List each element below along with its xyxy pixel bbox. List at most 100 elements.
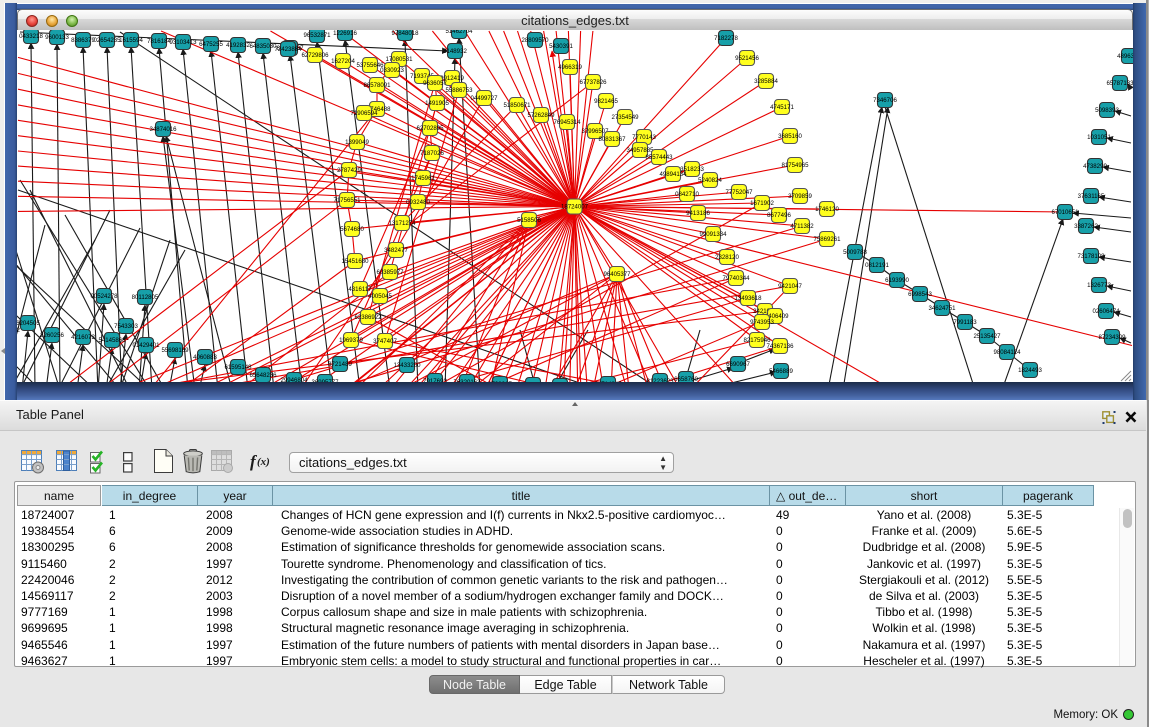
svg-text:76945314: 76945314 [553, 119, 581, 126]
svg-text:15451680: 15451680 [341, 258, 369, 265]
svg-text:3685160: 3685160 [778, 133, 802, 140]
svg-text:4745171: 4745171 [770, 104, 794, 111]
svg-text:01429401: 01429401 [132, 342, 160, 349]
svg-text:1969379: 1969379 [339, 337, 363, 344]
svg-text:55698169: 55698169 [161, 347, 189, 354]
svg-text:60385977: 60385977 [376, 269, 404, 276]
svg-text:6998543: 6998543 [908, 291, 932, 298]
svg-text:28809570: 28809570 [521, 37, 549, 44]
svg-text:57262849: 57262849 [527, 112, 555, 119]
svg-text:62386922: 62386922 [354, 314, 382, 321]
svg-text:7543303: 7543303 [114, 323, 138, 330]
svg-text:36995777: 36995777 [311, 379, 339, 382]
svg-text:9743953: 9743953 [750, 319, 774, 326]
svg-text:3387262: 3387262 [1074, 223, 1098, 230]
svg-text:54145868: 54145868 [98, 337, 126, 344]
svg-text:2260256: 2260256 [40, 332, 64, 339]
svg-text:4738299: 4738299 [1083, 163, 1107, 170]
svg-text:7346706: 7346706 [873, 97, 897, 104]
svg-text:81223623: 81223623 [646, 378, 674, 382]
svg-text:80112805: 80112805 [132, 294, 159, 301]
svg-text:9821465: 9821465 [594, 98, 618, 105]
svg-text:55886753: 55886753 [445, 87, 473, 94]
svg-text:1226916: 1226916 [333, 30, 357, 37]
svg-text:73178108: 73178108 [1077, 253, 1105, 260]
svg-text:34874016: 34874016 [149, 126, 177, 133]
svg-text:5240824: 5240824 [698, 177, 722, 184]
svg-text:34624751: 34624751 [928, 305, 956, 312]
svg-text:51462704: 51462704 [445, 30, 473, 35]
svg-text:02654235: 02654235 [93, 37, 121, 44]
svg-text:1671902: 1671902 [750, 200, 774, 207]
svg-text:61595148: 61595148 [224, 364, 252, 371]
svg-text:77752047: 77752047 [725, 189, 753, 196]
svg-text:9521456: 9521456 [735, 55, 759, 62]
svg-text:71756551: 71756551 [333, 197, 361, 204]
svg-text:34957885: 34957885 [626, 147, 654, 154]
svg-text:99091334: 99091334 [699, 231, 727, 238]
svg-text:4896383: 4896383 [1117, 53, 1133, 60]
svg-text:9600133: 9600133 [45, 34, 69, 41]
svg-text:02606474: 02606474 [1092, 308, 1120, 315]
svg-text:65648236: 65648236 [249, 372, 277, 379]
svg-text:4060883: 4060883 [193, 354, 217, 361]
svg-text:5430391: 5430391 [549, 43, 573, 50]
svg-text:96532871: 96532871 [303, 32, 331, 39]
svg-text:27354549: 27354549 [611, 114, 639, 121]
svg-text:7182278: 7182278 [714, 35, 738, 42]
svg-text:49894134: 49894134 [659, 171, 687, 178]
svg-text:9421047: 9421047 [778, 283, 802, 290]
svg-text:62729806: 62729806 [301, 52, 329, 59]
svg-text:4316117: 4316117 [348, 286, 372, 293]
svg-text:18724007: 18724007 [561, 204, 589, 211]
svg-text:8677496: 8677496 [767, 212, 791, 219]
svg-text:65787133: 65787133 [1106, 80, 1133, 87]
svg-text:(x): (x) [257, 456, 270, 468]
svg-text:97848018: 97848018 [391, 30, 419, 37]
svg-text:1326773: 1326773 [1087, 282, 1111, 289]
svg-text:6690967: 6690967 [726, 361, 750, 368]
svg-text:13433200: 13433200 [393, 362, 421, 369]
svg-text:1491905: 1491905 [425, 100, 449, 107]
svg-text:4192832: 4192832 [226, 42, 250, 49]
svg-text:3747407: 3747407 [373, 338, 397, 345]
svg-text:6658760: 6658760 [674, 376, 698, 382]
svg-text:4216073: 4216073 [71, 334, 95, 341]
svg-text:1399049: 1399049 [345, 139, 369, 146]
svg-text:5158506: 5158506 [517, 217, 541, 224]
svg-text:0842710: 0842710 [675, 191, 699, 198]
svg-text:72423884: 72423884 [274, 46, 302, 53]
svg-text:1031051: 1031051 [1087, 134, 1111, 141]
svg-text:0812191: 0812191 [865, 262, 889, 269]
svg-text:81754965: 81754965 [781, 162, 809, 169]
svg-text:37631165: 37631165 [1078, 193, 1105, 200]
svg-text:74367136: 74367136 [766, 343, 794, 350]
svg-text:3285884: 3285884 [754, 78, 778, 85]
svg-text:80831367: 80831367 [598, 136, 626, 143]
svg-text:9413186: 9413186 [686, 210, 710, 217]
svg-text:2328120: 2328120 [715, 254, 739, 261]
svg-text:71906594: 71906594 [350, 110, 378, 117]
svg-text:1746120: 1746120 [815, 206, 839, 213]
svg-text:1615594: 1615594 [119, 37, 143, 44]
svg-text:7917693: 7917693 [423, 378, 447, 382]
svg-text:85574443: 85574443 [645, 154, 673, 161]
svg-text:3709859: 3709859 [788, 193, 812, 200]
svg-text:4966319: 4966319 [558, 64, 582, 71]
svg-text:5098393: 5098393 [1095, 107, 1119, 114]
svg-text:76320163: 76320163 [453, 379, 481, 382]
svg-text:79740344: 79740344 [722, 275, 750, 282]
svg-text:2787429: 2787429 [337, 167, 361, 174]
svg-text:7187026: 7187026 [420, 150, 444, 157]
svg-text:1824493: 1824493 [1018, 367, 1042, 374]
svg-text:51850671: 51850671 [503, 102, 531, 109]
svg-text:98084124: 98084124 [993, 349, 1021, 356]
svg-text:7816184: 7816184 [147, 38, 171, 45]
svg-text:0330923: 0330923 [380, 67, 404, 74]
svg-text:00524278: 00524278 [90, 293, 118, 300]
svg-text:67010651: 67010651 [1051, 209, 1079, 216]
svg-text:7991183: 7991183 [953, 319, 977, 326]
svg-text:04499727: 04499727 [470, 95, 498, 102]
svg-text:5466889: 5466889 [769, 368, 793, 375]
svg-text:8148932: 8148932 [443, 48, 467, 55]
